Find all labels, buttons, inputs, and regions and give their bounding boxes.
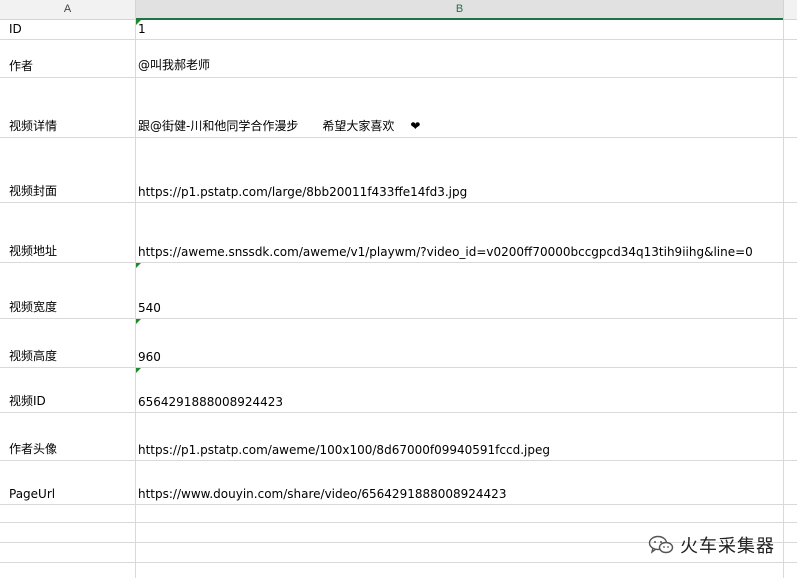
cell-b[interactable]: https://p1.pstatp.com/aweme/100x100/8d67… — [136, 413, 784, 460]
cell-value: 540 — [138, 301, 161, 315]
cell-a[interactable] — [0, 505, 136, 522]
heart-icon: ❤ — [410, 119, 421, 133]
error-indicator-icon — [136, 319, 141, 324]
cell-a[interactable]: 视频详情 — [0, 78, 136, 137]
watermark: 火车采集器 — [648, 530, 775, 560]
cell-label: PageUrl — [9, 487, 56, 501]
cell-label: ID — [9, 22, 22, 36]
error-indicator-icon — [136, 263, 141, 268]
table-row: 视频详情 跟@街健-川和他同学合作漫步 希望大家喜欢 ❤ — [0, 78, 797, 138]
table-row: 作者头像 https://p1.pstatp.com/aweme/100x100… — [0, 413, 797, 461]
cell-a[interactable]: 作者 — [0, 40, 136, 77]
cell-value: 960 — [138, 350, 161, 364]
cell-a[interactable]: 视频地址 — [0, 203, 136, 262]
cell-label: 作者 — [9, 59, 34, 73]
column-header-c[interactable] — [784, 0, 797, 19]
cell-b[interactable]: https://www.douyin.com/share/video/65642… — [136, 461, 784, 504]
cell-b[interactable]: 6564291888008924423 — [136, 368, 784, 412]
cell-a[interactable]: 作者头像 — [0, 413, 136, 460]
column-header-bar: A B — [0, 0, 797, 20]
cell-value: https://www.douyin.com/share/video/65642… — [138, 487, 507, 501]
table-row: 视频地址 https://aweme.snssdk.com/aweme/v1/p… — [0, 203, 797, 263]
watermark-text: 火车采集器 — [680, 536, 775, 557]
table-row: 视频宽度 540 — [0, 263, 797, 319]
cell-b[interactable] — [136, 505, 784, 522]
cell-a[interactable]: 视频高度 — [0, 319, 136, 367]
cell-value: https://p1.pstatp.com/aweme/100x100/8d67… — [138, 443, 550, 457]
table-row: PageUrl https://www.douyin.com/share/vid… — [0, 461, 797, 505]
cell-value-text: 跟@街健-川和他同学合作漫步 希望大家喜欢 — [138, 119, 407, 133]
cell-a[interactable] — [0, 543, 136, 562]
cell-label: 视频宽度 — [9, 300, 58, 314]
table-row: 视频ID 6564291888008924423 — [0, 368, 797, 413]
cell-a[interactable]: PageUrl — [0, 461, 136, 504]
cell-a[interactable] — [0, 523, 136, 542]
cell-b[interactable]: https://aweme.snssdk.com/aweme/v1/playwm… — [136, 203, 784, 262]
table-row: ID 1 — [0, 20, 797, 40]
cell-a[interactable] — [0, 563, 136, 578]
wechat-icon — [648, 535, 674, 554]
cell-label: 作者头像 — [9, 442, 58, 456]
cell-value: 跟@街健-川和他同学合作漫步 希望大家喜欢 ❤ — [138, 117, 420, 134]
table-row — [0, 505, 797, 523]
table-row: 作者 @叫我郝老师 — [0, 40, 797, 78]
cell-label: 视频封面 — [9, 184, 58, 198]
cell-b[interactable] — [136, 563, 784, 578]
cell-a[interactable]: 视频宽度 — [0, 263, 136, 318]
table-row: 视频封面 https://p1.pstatp.com/large/8bb2001… — [0, 138, 797, 203]
spreadsheet-grid: ID 1 作者 @叫我郝老师 视频详情 跟@街健-川和他同学合作漫步 希望大家喜… — [0, 20, 797, 578]
cell-label: 视频高度 — [9, 349, 58, 363]
table-row — [0, 563, 797, 578]
cell-value: 6564291888008924423 — [138, 395, 284, 409]
cell-b[interactable]: 1 — [136, 20, 784, 39]
cell-b[interactable]: @叫我郝老师 — [136, 40, 784, 77]
cell-b[interactable]: 960 — [136, 319, 784, 367]
cell-label: 视频ID — [9, 394, 46, 408]
cell-value: @叫我郝老师 — [138, 58, 211, 72]
cell-a[interactable]: ID — [0, 20, 136, 39]
cell-a[interactable]: 视频封面 — [0, 138, 136, 202]
error-indicator-icon — [136, 368, 141, 373]
column-header-b[interactable]: B — [136, 0, 784, 19]
cell-label: 视频地址 — [9, 244, 58, 258]
cell-b[interactable]: https://p1.pstatp.com/large/8bb20011f433… — [136, 138, 784, 202]
table-row: 视频高度 960 — [0, 319, 797, 368]
cell-b[interactable]: 540 — [136, 263, 784, 318]
column-header-a[interactable]: A — [0, 0, 136, 19]
cell-label: 视频详情 — [9, 119, 58, 133]
cell-value: https://aweme.snssdk.com/aweme/v1/playwm… — [138, 245, 753, 259]
cell-a[interactable]: 视频ID — [0, 368, 136, 412]
cell-b[interactable]: 跟@街健-川和他同学合作漫步 希望大家喜欢 ❤ — [136, 78, 784, 137]
cell-value: 1 — [138, 22, 146, 36]
cell-value: https://p1.pstatp.com/large/8bb20011f433… — [138, 185, 468, 199]
